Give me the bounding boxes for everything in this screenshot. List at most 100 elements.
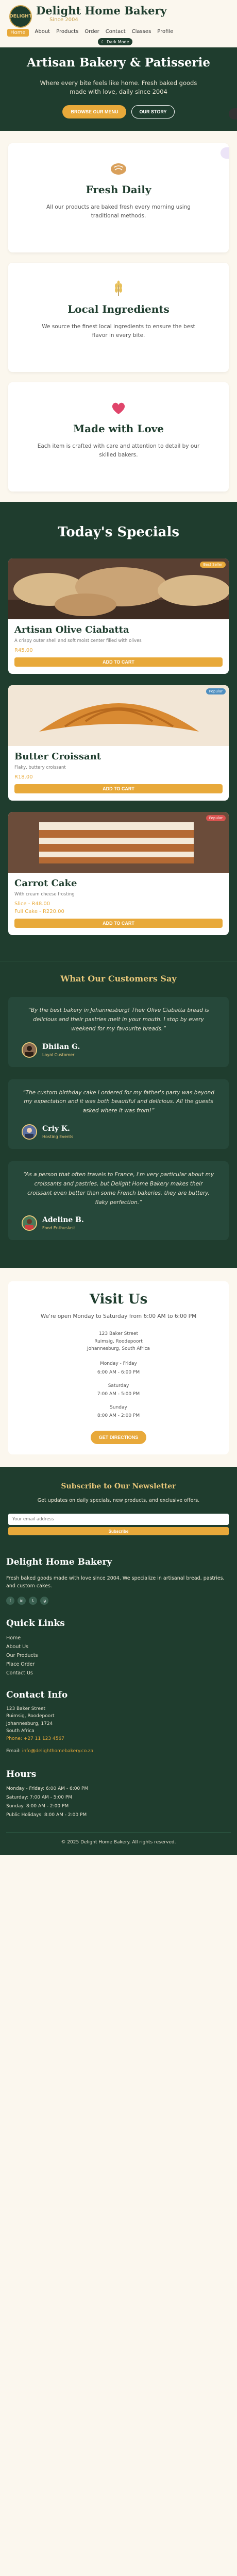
testimonial-name: Criy K. bbox=[42, 1125, 70, 1133]
testimonial-role: Loyal Customer bbox=[42, 1052, 75, 1057]
footer-link-contact[interactable]: Contact Us bbox=[6, 1669, 231, 1677]
testimonial-name: Dhilan G. bbox=[42, 1042, 80, 1051]
newsletter-text: Get updates on daily specials, new produ… bbox=[37, 1497, 200, 1503]
bread-icon bbox=[8, 159, 229, 179]
facebook-icon[interactable]: f bbox=[6, 1596, 14, 1605]
footer-link-home[interactable]: Home bbox=[6, 1634, 231, 1642]
our-story-button[interactable]: OUR STORY bbox=[131, 105, 175, 118]
product-name: Butter Croissant bbox=[14, 751, 101, 762]
nav-classes[interactable]: Classes bbox=[132, 29, 151, 37]
nav-home[interactable]: Home bbox=[7, 29, 29, 37]
brand-name[interactable]: Delight Home Bakery bbox=[36, 4, 167, 17]
add-to-cart-button[interactable]: ADD TO CART bbox=[14, 919, 223, 928]
newsletter-section: Subscribe to Our Newsletter Get updates … bbox=[0, 1466, 237, 1549]
feature-card-fresh: Fresh Daily All our products are baked f… bbox=[8, 143, 229, 252]
contact-title: Contact Info bbox=[6, 1690, 68, 1701]
subscribe-button[interactable]: Subscribe bbox=[8, 1527, 229, 1536]
feature-title: Local Ingredients bbox=[67, 303, 170, 315]
product-badge: Best Seller bbox=[200, 562, 226, 568]
product-price-full: Full Cake - R220.00 bbox=[14, 909, 64, 914]
twitter-icon[interactable]: t bbox=[29, 1596, 37, 1605]
product-badge: Popular bbox=[206, 815, 226, 821]
dark-mode-label: Dark Mode bbox=[107, 39, 129, 44]
hours-day: Saturday bbox=[108, 1383, 129, 1388]
testimonial-quote: By the best bakery in Johannesburg! Thei… bbox=[30, 1007, 209, 1032]
product-description: With cream cheese frosting bbox=[14, 892, 75, 897]
site-footer: Delight Home Bakery Fresh baked goods ma… bbox=[0, 1549, 237, 1856]
visit-address: 123 Baker Street Ruimsig, Roodepoort Joh… bbox=[16, 1330, 221, 1352]
social-links: f in t ig bbox=[6, 1596, 231, 1605]
hours-time: 7:00 AM - 5:00 PM bbox=[97, 1391, 140, 1397]
footer-hours: Monday - Friday: 6:00 AM - 6:00 PM Satur… bbox=[6, 1785, 231, 1820]
features-section: Fresh Daily All our products are baked f… bbox=[0, 131, 237, 492]
browse-menu-button[interactable]: BROWSE OUR MENU bbox=[62, 105, 127, 118]
visit-hours: Monday - Friday 6:00 AM - 6:00 PM Saturd… bbox=[16, 1360, 221, 1420]
feature-text: We source the finest local ingredients t… bbox=[42, 324, 195, 338]
linkedin-icon[interactable]: in bbox=[18, 1596, 26, 1605]
instagram-icon[interactable]: ig bbox=[40, 1596, 48, 1605]
nav-about[interactable]: About bbox=[35, 29, 50, 37]
footer-link-about[interactable]: About Us bbox=[6, 1642, 231, 1651]
product-card[interactable]: Popular Carrot Cake With cream cheese fr… bbox=[8, 812, 229, 935]
newsletter-email-input[interactable] bbox=[8, 1513, 229, 1525]
specials-section: Today's Specials Best Seller Artisan Oli… bbox=[0, 502, 237, 961]
side-widget-tab[interactable] bbox=[221, 147, 229, 159]
nav-profile[interactable]: Profile bbox=[157, 29, 173, 37]
nav-order[interactable]: Order bbox=[84, 29, 99, 37]
add-to-cart-button[interactable]: ADD TO CART bbox=[14, 657, 223, 667]
get-directions-button[interactable]: GET DIRECTIONS bbox=[90, 1430, 147, 1444]
hours-line: Public Holidays: 8:00 AM - 2:00 PM bbox=[6, 1812, 87, 1818]
copyright: © 2025 Delight Home Bakery. All rights r… bbox=[6, 1832, 231, 1845]
avatar bbox=[22, 1124, 37, 1140]
dark-mode-toggle[interactable]: ☾ Dark Mode bbox=[98, 38, 132, 45]
nav-contact[interactable]: Contact bbox=[106, 29, 126, 37]
nav-products[interactable]: Products bbox=[56, 29, 78, 37]
email-label: Email: bbox=[6, 1749, 21, 1754]
bakery-logo[interactable]: DELIGHT bbox=[9, 5, 32, 28]
side-widget-tab[interactable] bbox=[229, 108, 237, 120]
product-price-slice: Slice - R48.00 bbox=[14, 901, 50, 907]
product-description: Flaky, buttery croissant bbox=[14, 765, 66, 770]
address-line: 123 Baker Street bbox=[98, 1331, 139, 1337]
heart-icon bbox=[8, 398, 229, 418]
avatar bbox=[22, 1215, 37, 1231]
feature-text: All our products are baked fresh every m… bbox=[46, 204, 191, 219]
email-link[interactable]: info@delighthomebakery.co.za bbox=[22, 1749, 93, 1754]
contact-line: Ruimsig, Roodepoort bbox=[6, 1714, 55, 1719]
feature-title: Made with Love bbox=[73, 422, 164, 435]
brand: Delight Home Bakery Since 2004 bbox=[36, 4, 167, 23]
main-nav: Home About Products Order Contact Classe… bbox=[7, 29, 173, 37]
hero-section: Artisan Bakery & Patisserie Where every … bbox=[0, 47, 237, 131]
product-card[interactable]: Best Seller Artisan Olive Ciabatta A cri… bbox=[8, 558, 229, 674]
logo-text: DELIGHT bbox=[9, 14, 32, 19]
product-name: Carrot Cake bbox=[14, 878, 77, 889]
newsletter-title: Subscribe to Our Newsletter bbox=[61, 1482, 176, 1490]
avatar bbox=[22, 1042, 37, 1058]
specials-title: Today's Specials bbox=[57, 524, 180, 540]
ciabatta-image: Best Seller bbox=[8, 558, 229, 619]
contact-line: Johannesburg, 1724 bbox=[6, 1721, 53, 1726]
hours-day: Monday - Friday bbox=[100, 1361, 137, 1367]
contact-line: South Africa bbox=[6, 1728, 35, 1734]
footer-brand: Delight Home Bakery bbox=[6, 1557, 112, 1568]
feature-text: Each item is crafted with care and atten… bbox=[37, 443, 200, 458]
footer-link-products[interactable]: Our Products bbox=[6, 1651, 231, 1660]
site-header: DELIGHT Delight Home Bakery Since 2004 H… bbox=[0, 0, 237, 47]
testimonial-name: Adeline B. bbox=[42, 1216, 84, 1225]
hours-line: Monday - Friday: 6:00 AM - 6:00 PM bbox=[6, 1786, 89, 1792]
testimonial-quote: The custom birthday cake I ordered for m… bbox=[24, 1089, 214, 1114]
feature-card-love: Made with Love Each item is crafted with… bbox=[8, 382, 229, 492]
moon-icon: ☾ bbox=[101, 39, 105, 44]
footer-link-order[interactable]: Place Order bbox=[6, 1660, 231, 1669]
hero-title: Artisan Bakery & Patisserie bbox=[26, 56, 211, 70]
add-to-cart-button[interactable]: ADD TO CART bbox=[14, 784, 223, 793]
hours-line: Sunday: 8:00 AM - 2:00 PM bbox=[6, 1804, 69, 1809]
contact-line: 123 Baker Street bbox=[6, 1706, 46, 1712]
hours-line: Saturday: 7:00 AM - 5:00 PM bbox=[6, 1795, 73, 1801]
testimonials-section: What Our Customers Say By the best baker… bbox=[0, 961, 237, 1268]
contact-phone[interactable]: Phone: +27 11 123 4567 bbox=[6, 1735, 231, 1742]
product-card[interactable]: Popular Butter Croissant Flaky, buttery … bbox=[8, 685, 229, 801]
brand-since: Since 2004 bbox=[49, 17, 78, 23]
hours-time: 6:00 AM - 6:00 PM bbox=[97, 1369, 140, 1375]
hours-day: Sunday bbox=[110, 1405, 127, 1411]
